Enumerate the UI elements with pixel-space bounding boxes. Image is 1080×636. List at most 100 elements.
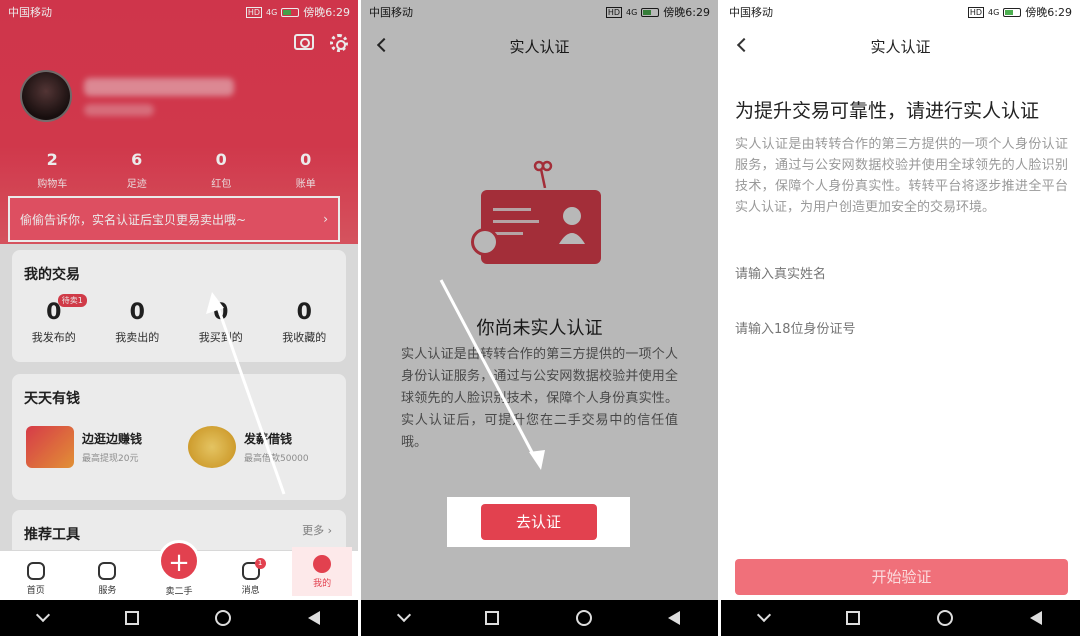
time-label: 傍晚6:29 — [1025, 6, 1072, 19]
carrier-label: 中国移动 — [8, 6, 52, 19]
trade-count: 0 — [296, 300, 312, 325]
card-title: 我的交易 — [24, 267, 80, 283]
tab-services[interactable]: 服务 — [77, 562, 137, 596]
more-link[interactable]: 更多 › — [302, 522, 332, 538]
tab-mine[interactable]: 我的 — [292, 547, 353, 596]
trade-count: 0 — [129, 300, 145, 325]
card-title: 天天有钱 — [24, 391, 80, 407]
money-sub: 最高借款50000 — [244, 454, 309, 464]
bear-face-icon — [313, 555, 332, 573]
back-triangle-icon[interactable] — [667, 611, 680, 625]
hd-badge: HD — [605, 6, 622, 18]
android-nav-bar — [721, 600, 1080, 636]
status-bar: 中国移动 HD 4G 傍晚6:29 — [361, 0, 718, 24]
daily-money-card: 天天有钱 边逛边赚钱 最高提现20元 发薪借钱 最高借款50000 — [12, 374, 346, 500]
battery-icon — [281, 7, 300, 17]
back-triangle-icon[interactable] — [1029, 611, 1042, 625]
money-title: 发薪借钱 — [244, 432, 293, 446]
highlight-box: 去认证 — [447, 497, 630, 547]
signal-label: 4G — [988, 7, 1000, 17]
stat-value: 0 — [215, 150, 227, 169]
go-verify-button[interactable]: 去认证 — [480, 504, 597, 540]
sell-secondhand-button[interactable]: + — [158, 540, 200, 582]
tab-label: 消息 — [241, 586, 260, 596]
signal-label: 4G — [626, 7, 638, 17]
trade-published[interactable]: 待卖1 0 我发布的 — [14, 294, 94, 345]
recent-apps-icon[interactable] — [846, 611, 861, 625]
stat-label: 红包 — [211, 179, 232, 190]
profile-header: 中国移动 HD 4G 傍晚6:29 2 购物车 6 足迹 0 红包 0 账单 偷… — [0, 0, 358, 244]
trade-label: 我买到的 — [198, 331, 243, 344]
gold-coins-icon — [188, 426, 236, 468]
trade-favorites[interactable]: 0 我收藏的 — [264, 300, 344, 345]
scissors-icon — [533, 160, 553, 188]
stat-value: 6 — [131, 150, 143, 169]
carrier-label: 中国移动 — [729, 6, 773, 19]
plus-box-icon — [98, 562, 117, 580]
chevron-down-icon[interactable] — [757, 607, 772, 623]
trade-sold[interactable]: 0 我卖出的 — [97, 300, 177, 345]
trade-bought[interactable]: 0 我买到的 — [181, 300, 261, 345]
home-circle-icon[interactable] — [575, 610, 592, 626]
hd-badge: HD — [967, 6, 984, 18]
avatar[interactable] — [20, 70, 72, 122]
battery-icon — [1003, 7, 1022, 17]
money-sub: 最高提现20元 — [82, 454, 139, 464]
hd-badge: HD — [245, 6, 262, 18]
home-circle-icon[interactable] — [215, 610, 232, 626]
start-verify-button[interactable]: 开始验证 — [735, 559, 1068, 595]
chevron-down-icon[interactable] — [397, 607, 412, 623]
android-nav-bar — [361, 600, 718, 636]
stat-redpacket[interactable]: 0 红包 — [191, 150, 251, 190]
chevron-down-icon[interactable] — [36, 607, 51, 623]
trade-label: 我发布的 — [31, 331, 76, 344]
blurred-username — [84, 78, 234, 96]
id-number-input[interactable] — [735, 312, 1066, 346]
trade-label: 我卖出的 — [115, 331, 160, 344]
back-arrow-icon[interactable] — [736, 37, 752, 53]
android-nav-bar — [0, 600, 358, 636]
title-bar: 实人认证 — [721, 30, 1080, 64]
pending-badge: 待卖1 — [57, 294, 87, 307]
banner-text: 偷偷告诉你，实名认证后宝贝更易卖出哦~ — [20, 212, 247, 227]
tab-home[interactable]: 首页 — [6, 562, 66, 596]
my-trades-card: 我的交易 待卖1 0 我发布的 0 我卖出的 0 我买到的 0 我收藏的 — [12, 250, 346, 362]
signal-label: 4G — [266, 7, 278, 17]
rejected-seal-icon — [471, 228, 499, 256]
title-bar: 实人认证 — [361, 30, 718, 64]
tab-label: 首页 — [26, 586, 45, 596]
form-description: 实人认证是由转转合作的第三方提供的一项个人身份认证服务，通过与公安网数据校验并使… — [735, 137, 1068, 215]
id-card-illustration — [471, 160, 611, 270]
real-name-input[interactable] — [735, 257, 1066, 291]
status-bar: 中国移动 HD 4G 傍晚6:29 — [0, 0, 358, 24]
trade-count: 0 — [213, 300, 229, 325]
status-bar: 中国移动 HD 4G 傍晚6:29 — [721, 0, 1080, 24]
stat-bill[interactable]: 0 账单 — [276, 150, 336, 190]
chevron-right-icon: › — [323, 212, 328, 226]
salary-loan[interactable]: 发薪借钱 最高借款50000 — [188, 426, 309, 468]
recent-apps-icon[interactable] — [485, 611, 500, 625]
stat-label: 购物车 — [37, 179, 68, 190]
camera-icon[interactable] — [294, 34, 314, 50]
verify-promo-banner[interactable]: 偷偷告诉你，实名认证后宝贝更易卖出哦~ › — [8, 196, 340, 242]
card-title: 推荐工具 — [24, 527, 80, 543]
stat-footprint[interactable]: 6 足迹 — [107, 150, 167, 190]
red-envelope-icon — [26, 426, 74, 468]
earn-while-browsing[interactable]: 边逛边赚钱 最高提现20元 — [26, 426, 142, 468]
page-title: 实人认证 — [870, 38, 931, 56]
page-title: 实人认证 — [509, 38, 570, 56]
stat-value: 0 — [300, 150, 312, 169]
unverified-heading: 你尚未实人认证 — [476, 318, 603, 339]
home-circle-icon[interactable] — [936, 610, 953, 626]
back-triangle-icon[interactable] — [307, 611, 320, 625]
stat-cart[interactable]: 2 购物车 — [22, 150, 82, 190]
stats-row: 2 购物车 6 足迹 0 红包 0 账单 — [0, 150, 358, 190]
money-title: 边逛边赚钱 — [82, 432, 143, 446]
stat-value: 2 — [46, 150, 58, 169]
tab-messages[interactable]: 1 消息 — [221, 558, 281, 596]
recent-apps-icon[interactable] — [124, 611, 139, 625]
back-arrow-icon[interactable] — [376, 37, 392, 53]
id-card-shape — [481, 190, 601, 264]
sell-label: 卖二手 — [165, 587, 193, 597]
gear-icon[interactable] — [330, 34, 348, 52]
